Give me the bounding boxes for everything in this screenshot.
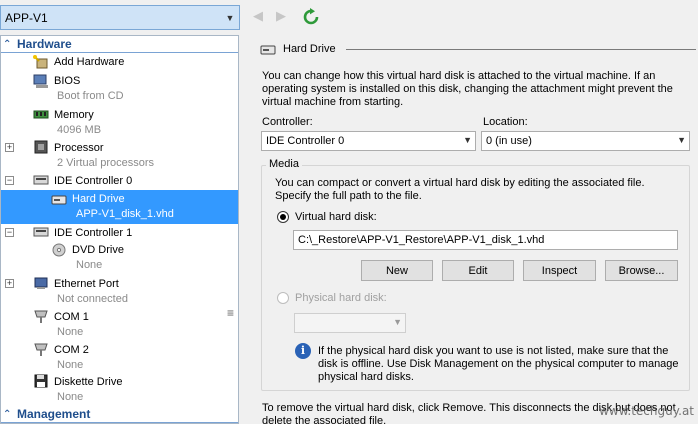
refresh-icon[interactable] xyxy=(302,8,320,26)
controller-label: Controller: xyxy=(262,116,313,128)
location-label: Location: xyxy=(483,116,528,128)
info-icon: i xyxy=(295,343,311,359)
location-value: 0 (in use) xyxy=(486,135,532,147)
intro-text-line-2: operating system is installed on this di… xyxy=(262,83,673,95)
remove-text-line-2: delete the associated file. xyxy=(262,415,387,424)
vm-selector-value: APP-V1 xyxy=(5,10,48,25)
management-section-header[interactable]: ⌃ Management xyxy=(1,406,238,423)
vm-selector[interactable]: APP-V1 ▼ xyxy=(0,5,240,30)
hardware-tree: ⌃ Hardware Add Hardware BIOS Boot from C… xyxy=(0,35,239,424)
physical-hard-disk-select[interactable]: ▼ xyxy=(294,313,406,333)
tree-item-add-hardware[interactable]: Add Hardware xyxy=(1,54,238,70)
chevron-down-icon[interactable]: ▼ xyxy=(393,317,402,327)
info-text-line-1: If the physical hard disk you want to us… xyxy=(318,345,669,357)
chevron-down-icon[interactable]: ▼ xyxy=(677,135,686,145)
tree-item-dvd-drive[interactable]: DVD Drive None xyxy=(1,241,238,274)
bios-icon xyxy=(33,74,48,88)
virtual-hard-disk-path-input[interactable]: C:\_Restore\APP-V1_Restore\APP-V1_disk_1… xyxy=(293,230,678,250)
ide-controller-icon xyxy=(33,175,49,185)
location-select[interactable]: 0 (in use) ▼ xyxy=(481,131,690,151)
hardware-section-header[interactable]: ⌃ Hardware xyxy=(1,36,238,53)
dvd-disc-icon xyxy=(52,243,66,257)
expand-plus-icon[interactable]: + xyxy=(5,143,14,152)
collapse-chevron-icon[interactable]: ⌃ xyxy=(3,39,17,50)
edit-button[interactable]: Edit xyxy=(442,260,514,281)
collapse-chevron-icon[interactable]: ⌃ xyxy=(3,409,17,420)
com-port-icon xyxy=(34,343,48,356)
tree-item-bios[interactable]: BIOS Boot from CD xyxy=(1,72,238,105)
tree-item-diskette-drive[interactable]: Diskette Drive None xyxy=(1,373,238,406)
forward-arrow-icon[interactable]: ▶ xyxy=(276,8,286,24)
browse-button[interactable]: Browse... xyxy=(605,260,678,281)
watermark: www.techguy.at xyxy=(599,404,694,418)
expand-plus-icon[interactable]: + xyxy=(5,279,14,288)
tree-item-ide-controller-1[interactable]: − IDE Controller 1 xyxy=(1,224,238,241)
processor-icon xyxy=(34,140,48,154)
hardware-section-title: Hardware xyxy=(17,37,72,51)
tree-item-com-2[interactable]: COM 2 None xyxy=(1,340,238,373)
media-description-line-2: Specify the full path to the file. xyxy=(275,190,422,202)
chevron-down-icon[interactable]: ▼ xyxy=(221,13,239,23)
info-text-line-3: physical hard disks. xyxy=(318,371,414,383)
tree-item-ide-controller-0[interactable]: − IDE Controller 0 xyxy=(1,172,238,189)
splitter-grip-icon[interactable]: ≡ xyxy=(227,306,234,320)
media-description-line-1: You can compact or convert a virtual har… xyxy=(275,177,645,189)
floppy-disk-icon xyxy=(34,374,48,388)
media-group-label: Media xyxy=(266,158,302,170)
controller-value: IDE Controller 0 xyxy=(266,135,345,147)
chevron-down-icon[interactable]: ▼ xyxy=(463,135,472,145)
com-port-icon xyxy=(34,310,48,323)
physical-hard-disk-radio[interactable] xyxy=(277,292,289,304)
hard-drive-icon xyxy=(260,45,276,55)
physical-hard-disk-label: Physical hard disk: xyxy=(295,292,387,304)
add-hardware-icon xyxy=(33,55,48,69)
collapse-minus-icon[interactable]: − xyxy=(5,176,14,185)
intro-text-line-3: virtual machine from starting. xyxy=(262,96,404,108)
network-adapter-icon xyxy=(34,277,48,289)
info-text-line-2: disk is offline. Use Disk Management on … xyxy=(318,358,679,370)
hard-drive-icon xyxy=(51,195,67,205)
title-divider xyxy=(346,49,696,50)
intro-text-line-1: You can change how this virtual hard dis… xyxy=(262,70,656,82)
tree-item-processor[interactable]: + Processor 2 Virtual processors xyxy=(1,138,238,171)
back-arrow-icon[interactable]: ◀ xyxy=(253,8,263,24)
details-pane: Hard Drive You can change how this virtu… xyxy=(247,35,698,424)
page-title: Hard Drive xyxy=(283,43,336,55)
tree-item-hard-drive[interactable]: Hard Drive APP-V1_disk_1.vhd xyxy=(1,190,238,224)
virtual-hard-disk-path-value: C:\_Restore\APP-V1_Restore\APP-V1_disk_1… xyxy=(298,234,545,246)
ide-controller-icon xyxy=(33,227,49,237)
tree-item-com-1[interactable]: COM 1 None xyxy=(1,307,238,340)
virtual-hard-disk-radio[interactable] xyxy=(277,211,289,223)
controller-select[interactable]: IDE Controller 0 ▼ xyxy=(261,131,476,151)
virtual-hard-disk-label: Virtual hard disk: xyxy=(295,211,377,223)
memory-icon xyxy=(33,110,49,119)
inspect-button[interactable]: Inspect xyxy=(523,260,596,281)
tree-item-ethernet-port[interactable]: + Ethernet Port Not connected xyxy=(1,274,238,307)
new-button[interactable]: New xyxy=(361,260,433,281)
tree-item-memory[interactable]: Memory 4096 MB xyxy=(1,105,238,138)
collapse-minus-icon[interactable]: − xyxy=(5,228,14,237)
settings-window: APP-V1 ▼ ◀ ▶ ⌃ Hardware Add Hardware BIO… xyxy=(0,0,698,424)
management-section-title: Management xyxy=(17,407,91,421)
